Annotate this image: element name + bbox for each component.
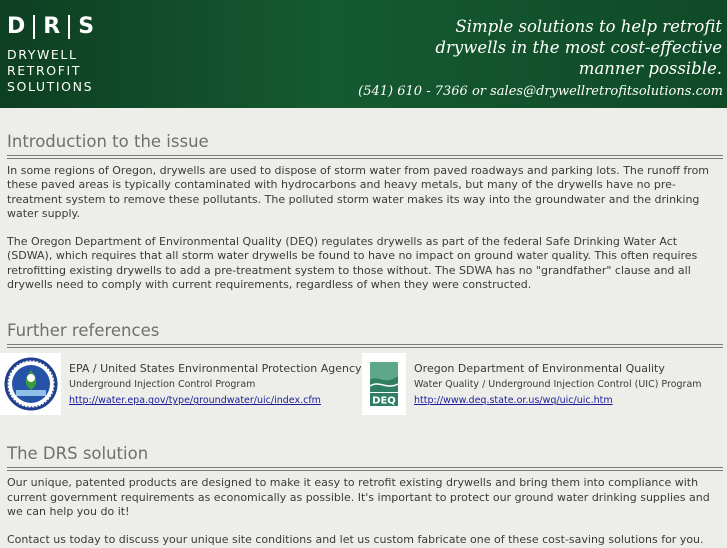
logo-divider <box>68 15 71 39</box>
deq-logo-text: DEQ <box>372 396 396 407</box>
solution-section: The DRS solution Our unique, patented pr… <box>0 415 727 547</box>
reference-link-deq[interactable]: http://www.deq.state.or.us/wq/uic/uic.ht… <box>414 393 702 408</box>
logo-words: DRYWELL RETROFIT SOLUTIONS <box>7 47 94 95</box>
intro-section: Introduction to the issue In some region… <box>0 108 727 292</box>
references-list: EPA / United States Environmental Protec… <box>0 353 727 416</box>
intro-paragraph: In some regions of Oregon, drywells are … <box>7 164 710 220</box>
logo-letter-r: R <box>43 14 61 39</box>
logo-divider <box>33 15 36 39</box>
section-divider <box>7 155 723 159</box>
solution-heading: The DRS solution <box>7 444 149 464</box>
reference-program: Underground Injection Control Program <box>69 379 256 391</box>
tagline-line: drywells in the most cost-effective <box>435 38 722 57</box>
drs-logo[interactable]: D R S DRYWELL RETROFIT SOLUTIONS <box>7 14 94 95</box>
reference-org: Oregon Department of Environmental Quali… <box>414 362 665 376</box>
reference-info: Oregon Department of Environmental Quali… <box>406 353 702 408</box>
logo-letter-s: S <box>78 14 95 39</box>
logo-letter-d: D <box>7 14 26 39</box>
intro-heading: Introduction to the issue <box>7 132 209 151</box>
reference-info: EPA / United States Environmental Protec… <box>61 353 362 408</box>
logo-word-retrofit: RETROFIT <box>7 63 82 78</box>
logo-letters: D R S <box>7 14 94 40</box>
header-contact: (541) 610 - 7366 or sales@drywellretrofi… <box>358 84 723 99</box>
references-section: Further references EPA / United States E… <box>0 292 727 416</box>
intro-paragraph: The Oregon Department of Environmental Q… <box>7 235 698 292</box>
references-heading: Further references <box>7 321 160 341</box>
tagline-line: Simple solutions to help retrofit <box>455 17 722 36</box>
reference-epa: EPA / United States Environmental Protec… <box>0 353 362 416</box>
reference-program: Water Quality / Underground Injection Co… <box>414 379 702 391</box>
site-header: D R S DRYWELL RETROFIT SOLUTIONS Simple … <box>0 0 727 108</box>
solution-paragraph: Contact us today to discuss your unique … <box>7 533 704 547</box>
reference-org: EPA / United States Environmental Protec… <box>69 362 362 376</box>
tagline-line: manner possible. <box>578 59 722 78</box>
reference-link-epa[interactable]: http://water.epa.gov/type/groundwater/ui… <box>69 393 362 408</box>
logo-word-solutions: SOLUTIONS <box>7 79 94 94</box>
deq-logo-icon[interactable]: DEQ <box>362 353 406 416</box>
epa-seal-icon[interactable] <box>0 353 61 416</box>
header-tagline: Simple solutions to help retrofit drywel… <box>422 16 722 79</box>
logo-word-drywell: DRYWELL <box>7 47 78 62</box>
section-divider <box>7 344 723 349</box>
section-divider <box>7 467 723 472</box>
reference-deq: DEQ Oregon Department of Environmental Q… <box>362 353 702 416</box>
solution-paragraph: Our unique, patented products are design… <box>7 476 710 518</box>
